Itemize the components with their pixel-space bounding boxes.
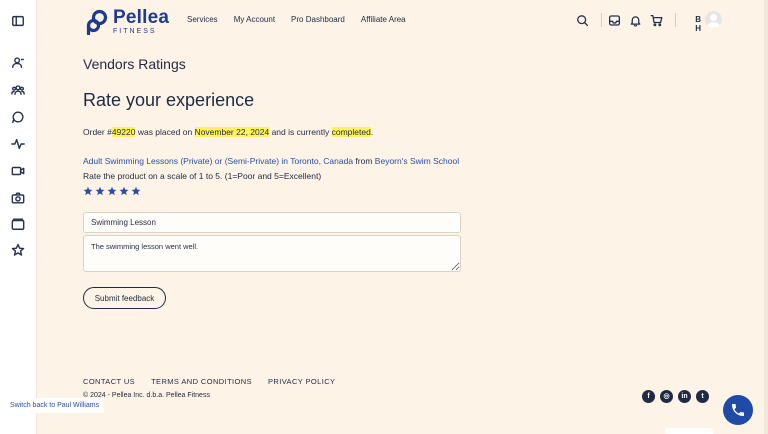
activity-icon[interactable] <box>11 137 25 151</box>
review-title-input[interactable] <box>83 212 461 233</box>
camera-icon[interactable] <box>11 191 25 205</box>
rating-star-icon[interactable] <box>83 183 93 196</box>
submit-feedback-button[interactable]: Submit feedback <box>83 287 166 309</box>
nav-services[interactable]: Services <box>187 15 218 24</box>
footer-privacy-link[interactable]: PRIVACY POLICY <box>268 377 335 386</box>
review-text-input[interactable]: The swimming lesson went well. <box>83 235 461 272</box>
order-summary: Order #49220 was placed on November 22, … <box>83 127 373 137</box>
social-links: f ◎ in t <box>642 390 709 403</box>
header-divider <box>601 13 602 27</box>
header-divider <box>675 13 676 27</box>
left-sidebar <box>0 0 37 434</box>
user-icon[interactable] <box>11 56 25 70</box>
brand-name: Pellea <box>113 7 170 28</box>
user-initials[interactable]: B H <box>695 15 702 33</box>
wallet-icon[interactable] <box>11 217 25 231</box>
rating-star-icon[interactable] <box>119 183 129 196</box>
video-icon[interactable] <box>11 164 25 178</box>
brand-logo[interactable]: Pellea FITNESS <box>85 8 169 35</box>
order-date: November 22, 2024 <box>194 127 270 137</box>
rating-star-icon[interactable] <box>107 183 117 196</box>
rating-instructions: Rate the product on a scale of 1 to 5. (… <box>83 171 322 181</box>
order-prefix: Order # <box>83 127 112 137</box>
top-header: Pellea FITNESS Services My Account Pro D… <box>37 0 768 40</box>
main-nav: Services My Account Pro Dashboard Affili… <box>187 15 422 24</box>
vendor-link[interactable]: Beyorn's Swim School <box>375 156 459 166</box>
twitter-icon[interactable]: t <box>696 390 709 403</box>
order-number: 49220 <box>111 127 136 137</box>
phone-icon <box>732 404 744 416</box>
instagram-icon[interactable]: ◎ <box>660 390 673 403</box>
search-icon[interactable] <box>574 12 590 28</box>
bell-icon[interactable] <box>627 12 643 28</box>
chat-widget-tab[interactable] <box>665 428 713 434</box>
page-title: Vendors Ratings <box>83 56 186 72</box>
users-icon[interactable] <box>11 83 25 97</box>
footer-terms-link[interactable]: TERMS AND CONDITIONS <box>151 377 252 386</box>
product-line: Adult Swimming Lessons (Private) or (Sem… <box>83 156 459 166</box>
order-text-1: was placed on <box>135 127 195 137</box>
product-link[interactable]: Adult Swimming Lessons (Private) or (Sem… <box>83 156 353 166</box>
avatar[interactable] <box>705 11 722 28</box>
section-heading: Rate your experience <box>83 90 255 110</box>
call-button[interactable] <box>723 395 753 425</box>
footer-links: CONTACT US TERMS AND CONDITIONS PRIVACY … <box>83 377 351 386</box>
cart-icon[interactable] <box>648 12 664 28</box>
star-icon[interactable] <box>11 243 25 257</box>
inbox-icon[interactable] <box>606 12 622 28</box>
star-rating <box>83 183 141 196</box>
nav-my-account[interactable]: My Account <box>234 15 275 24</box>
rating-star-icon[interactable] <box>95 183 105 196</box>
scrollbar[interactable] <box>764 0 768 434</box>
rating-star-icon[interactable] <box>131 183 141 196</box>
nav-pro-dashboard[interactable]: Pro Dashboard <box>291 15 345 24</box>
order-suffix: . <box>370 127 374 137</box>
linkedin-icon[interactable]: in <box>678 390 691 403</box>
sidebar-toggle-icon[interactable] <box>11 14 25 28</box>
pellea-logo-icon <box>86 9 108 35</box>
nav-affiliate-area[interactable]: Affiliate Area <box>361 15 406 24</box>
switch-back-link[interactable]: Switch back to Paul Williams <box>0 398 104 413</box>
chat-icon[interactable] <box>11 110 25 124</box>
order-status: completed <box>331 127 371 137</box>
footer-contact-link[interactable]: CONTACT US <box>83 377 135 386</box>
brand-subtitle: FITNESS <box>113 28 157 35</box>
product-from: from <box>353 156 375 166</box>
facebook-icon[interactable]: f <box>642 390 655 403</box>
order-text-2: and is currently <box>269 127 332 137</box>
